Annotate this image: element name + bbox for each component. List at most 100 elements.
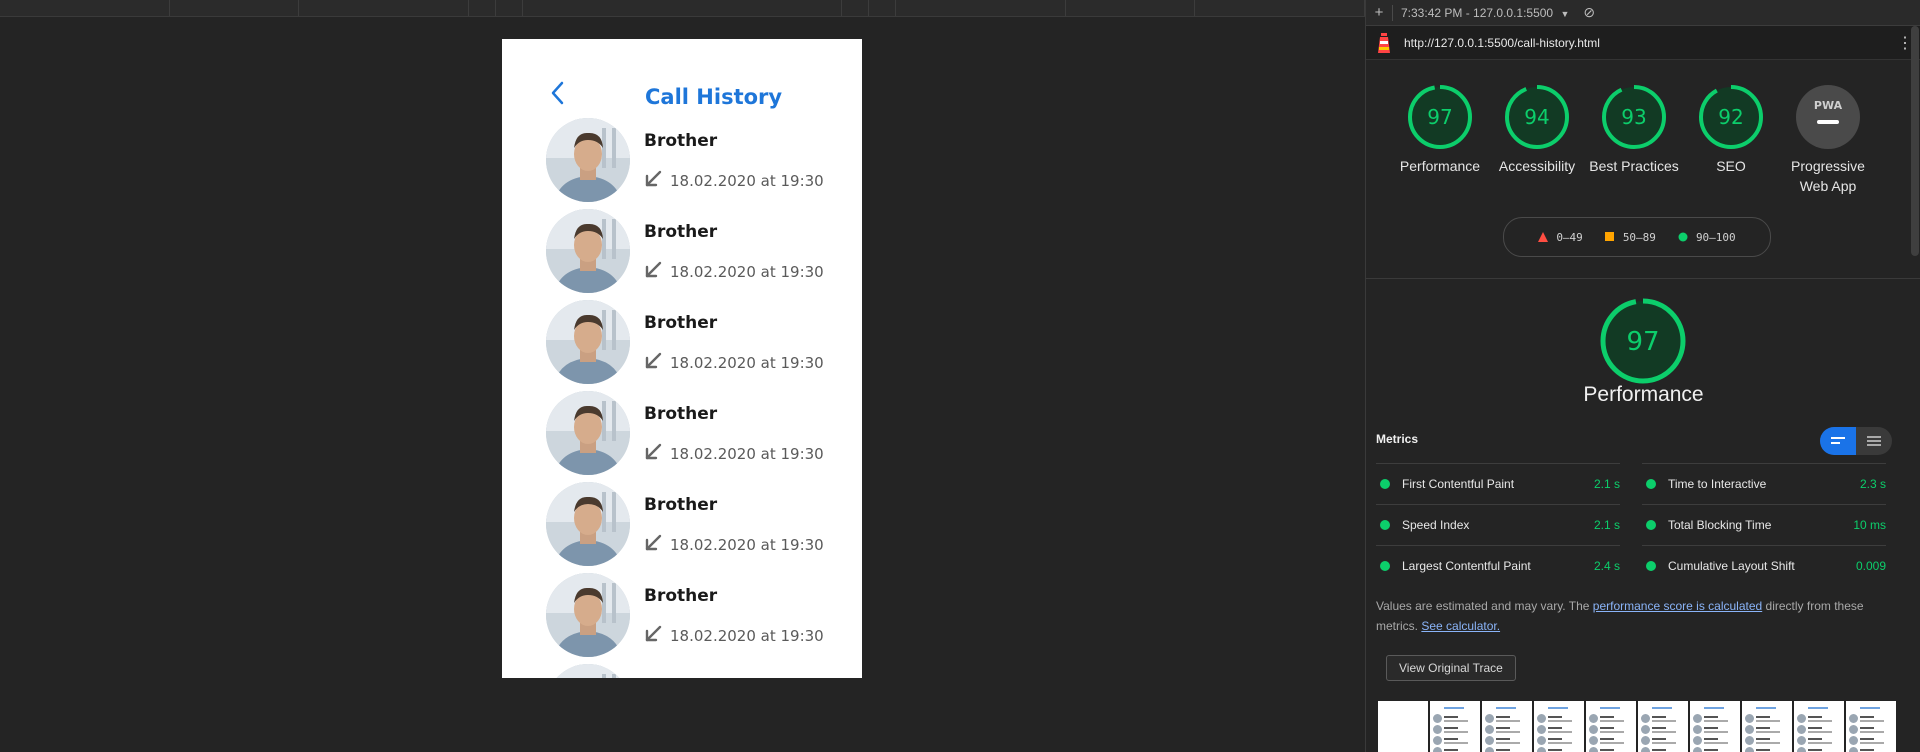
performance-score-link[interactable]: performance score is calculated bbox=[1593, 599, 1762, 613]
call-time: 18.02.2020 at 19:30 bbox=[670, 536, 824, 554]
caller-name: Brother bbox=[644, 677, 717, 678]
caller-name: Brother bbox=[644, 313, 718, 333]
metric-name: Total Blocking Time bbox=[1668, 518, 1772, 532]
pass-dot-icon bbox=[1646, 520, 1656, 530]
metrics-view-toggle[interactable] bbox=[1820, 427, 1892, 455]
performance-score-value: 97 bbox=[1626, 327, 1659, 357]
performance-gauge-large: 97 bbox=[1598, 296, 1688, 391]
devtools-toolbar-strip bbox=[0, 0, 1366, 17]
score-gauge-progressive-web-app[interactable]: PWA Progressive Web App bbox=[1780, 84, 1876, 196]
legend-range: 0–49 bbox=[1556, 230, 1583, 244]
section-divider bbox=[1366, 278, 1920, 279]
filmstrip-frame bbox=[1794, 701, 1844, 752]
call-list-item[interactable]: Brother18.02.2020 at 19:30 bbox=[502, 663, 862, 678]
pass-dot-icon bbox=[1380, 479, 1390, 489]
metric-value: 2.1 s bbox=[1593, 518, 1620, 532]
call-list-item[interactable]: Brother 18.02.2020 at 19:30 bbox=[502, 481, 862, 572]
call-list-item[interactable]: Brother18.02.2020 at 19:30 bbox=[502, 208, 862, 299]
filmstrip-frame bbox=[1690, 701, 1740, 752]
avatar bbox=[546, 573, 630, 657]
metric-name: First Contentful Paint bbox=[1402, 477, 1515, 491]
report-url-bar: http://127.0.0.1:5500/call-history.html … bbox=[1366, 26, 1920, 60]
gauge-label: Progressive Web App bbox=[1791, 158, 1865, 194]
gauge-label: Accessibility bbox=[1498, 158, 1576, 174]
metric-item: First Contentful Paint 2.1 s bbox=[1376, 463, 1620, 504]
metrics-heading: Metrics bbox=[1376, 432, 1419, 446]
incoming-call-arrow-icon bbox=[645, 534, 662, 551]
call-list-item[interactable]: Brother18.02.2020 at 19:30 bbox=[502, 390, 862, 481]
pass-dot-icon bbox=[1646, 479, 1656, 489]
caller-name: Brother bbox=[644, 495, 718, 515]
caller-name: Brother bbox=[644, 222, 718, 242]
incoming-call-arrow-icon bbox=[645, 261, 662, 278]
score-gauge-accessibility[interactable]: 94 Accessibility bbox=[1489, 84, 1585, 176]
filmstrip-frame bbox=[1742, 701, 1792, 752]
filmstrip-frame bbox=[1638, 701, 1688, 752]
metric-item: Largest Contentful Paint 2.4 s bbox=[1376, 545, 1620, 586]
call-list-item[interactable]: Brother 18.02.2020 at 19:30 bbox=[502, 117, 862, 208]
filmstrip-frame bbox=[1846, 701, 1896, 752]
call-list-item[interactable]: Brother18.02.2020 at 19:30 bbox=[502, 572, 862, 663]
filmstrip bbox=[1378, 701, 1898, 752]
back-button[interactable] bbox=[548, 81, 568, 105]
fail-triangle-icon bbox=[1538, 232, 1549, 242]
metric-item: Total Blocking Time 10 ms bbox=[1642, 504, 1886, 545]
page-title: Call History bbox=[645, 85, 783, 109]
legend-item: 0–49 bbox=[1538, 231, 1583, 244]
score-gauge-best-practices[interactable]: 93 Best Practices bbox=[1586, 84, 1682, 176]
report-selector[interactable]: 7:33:42 PM - 127.0.0.1:5500 ▼ bbox=[1401, 6, 1569, 20]
pass-circle-icon bbox=[1678, 232, 1688, 242]
legend-item: 90–100 bbox=[1678, 231, 1736, 244]
pwa-badge-icon: PWA bbox=[1796, 85, 1860, 149]
score-legend: 0–49 50–89 90–100 bbox=[1503, 217, 1771, 257]
metric-name: Time to Interactive bbox=[1668, 477, 1767, 491]
metric-value: 10 ms bbox=[1853, 518, 1886, 532]
gauge-ring: 92 bbox=[1699, 85, 1763, 149]
gauge-label: SEO bbox=[1716, 158, 1746, 174]
incoming-call-arrow-icon bbox=[645, 352, 662, 369]
score-gauge-performance[interactable]: 97 Performance bbox=[1392, 84, 1488, 176]
compact-view-icon[interactable] bbox=[1820, 427, 1856, 455]
metrics-note: Values are estimated and may vary. The p… bbox=[1376, 596, 1906, 636]
caret-down-icon: ▼ bbox=[1560, 8, 1570, 19]
call-time: 18.02.2020 at 19:30 bbox=[670, 172, 824, 190]
call-time: 18.02.2020 at 19:30 bbox=[670, 445, 824, 463]
panel-scrollbar[interactable] bbox=[1911, 26, 1919, 256]
pass-dot-icon bbox=[1646, 561, 1656, 571]
metric-name: Speed Index bbox=[1402, 518, 1470, 532]
incoming-call-arrow-icon bbox=[645, 170, 662, 187]
call-list-item[interactable]: Brother18.02.2020 at 19:30 bbox=[502, 299, 862, 390]
devtools-panel: + 7:33:42 PM - 127.0.0.1:5500 ▼ ⊘ http:/… bbox=[1365, 0, 1920, 752]
metric-row: Speed Index 2.1 s Total Blocking Time 10 ms bbox=[1376, 504, 1908, 545]
metric-name: Largest Contentful Paint bbox=[1402, 559, 1531, 573]
filmstrip-frame bbox=[1482, 701, 1532, 752]
metric-row: Largest Contentful Paint 2.4 s Cumulative … bbox=[1376, 545, 1908, 586]
legend-range: 90–100 bbox=[1695, 230, 1736, 244]
gauge-value: 94 bbox=[1524, 105, 1549, 129]
metric-value: 2.1 s bbox=[1593, 477, 1620, 491]
expanded-view-icon[interactable] bbox=[1856, 427, 1892, 455]
chevron-left-icon bbox=[551, 81, 564, 105]
caller-name: Brother bbox=[644, 131, 718, 151]
gauge-label: Performance bbox=[1399, 158, 1481, 174]
pwa-badge-text: PWA bbox=[1814, 99, 1843, 112]
call-time: 18.02.2020 at 19:30 bbox=[670, 627, 824, 645]
score-gauge-seo[interactable]: 92 SEO bbox=[1683, 84, 1779, 176]
performance-title: Performance bbox=[1583, 383, 1704, 406]
clear-icon[interactable]: ⊘ bbox=[1583, 4, 1595, 21]
avatar bbox=[546, 118, 630, 202]
view-original-trace-button[interactable]: View Original Trace bbox=[1386, 655, 1516, 681]
performance-gauge-ring: 97 bbox=[1600, 298, 1686, 384]
metric-item: Speed Index 2.1 s bbox=[1376, 504, 1620, 545]
gauge-ring: 94 bbox=[1505, 85, 1569, 149]
average-square-icon bbox=[1604, 232, 1614, 241]
gauge-value: 93 bbox=[1621, 105, 1646, 129]
new-report-button[interactable]: + bbox=[1366, 4, 1392, 21]
see-calculator-link[interactable]: See calculator. bbox=[1421, 619, 1500, 633]
pass-dot-icon bbox=[1380, 520, 1390, 530]
phone-viewport: Call History Brother 18.02.2020 at 19:30 B… bbox=[502, 39, 862, 678]
incoming-call-arrow-icon bbox=[645, 625, 662, 642]
metric-item: Cumulative Layout Shift 0.009 bbox=[1642, 545, 1886, 586]
note-text-prefix: Values are estimated and may vary. The bbox=[1376, 599, 1593, 613]
metric-name: Cumulative Layout Shift bbox=[1668, 559, 1795, 573]
